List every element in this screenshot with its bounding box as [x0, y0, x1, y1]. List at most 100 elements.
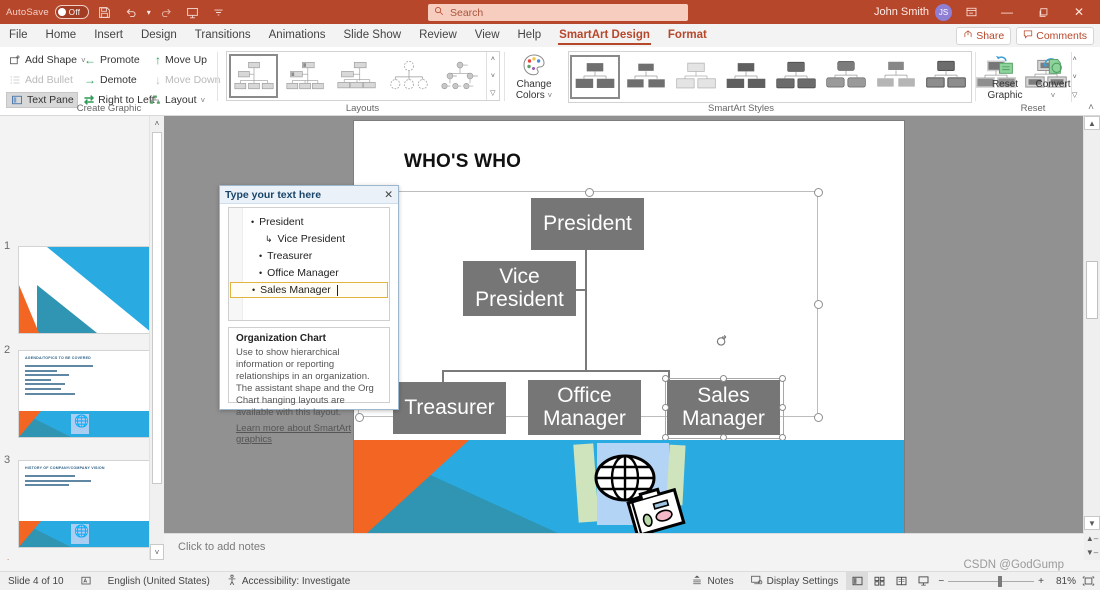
rotate-handle-icon[interactable] [715, 334, 729, 348]
slide-counter[interactable]: Slide 4 of 10 [0, 572, 72, 590]
smartart-text-pane[interactable]: Type your text here ✕ • President ↳ Vice… [219, 185, 399, 445]
smartart-style-cartoon[interactable] [922, 56, 970, 98]
text-pane-close-icon[interactable]: ✕ [384, 189, 393, 201]
tab-file[interactable]: File [0, 24, 37, 47]
text-pane-item-president[interactable]: • President [251, 214, 387, 230]
node-handle-top-right[interactable] [779, 375, 786, 382]
text-pane-item-treasurer[interactable]: • Treasurer [259, 248, 387, 264]
tab-design[interactable]: Design [132, 24, 186, 47]
reset-graphic-button[interactable]: Reset Graphic [982, 53, 1028, 101]
tab-transitions[interactable]: Transitions [186, 24, 260, 47]
slide-thumbnail-2[interactable]: AGENDA/TOPICS TO BE COVERED 🌐 [18, 350, 153, 438]
layouts-more-button[interactable]: ▽ [487, 86, 499, 100]
ribbon-display-options-icon[interactable] [954, 0, 988, 24]
text-pane-item-office-manager[interactable]: • Office Manager [259, 265, 387, 281]
save-icon[interactable] [95, 2, 115, 22]
smartart-style-polished[interactable] [822, 56, 870, 98]
smartart-style-white-outline[interactable] [622, 56, 670, 98]
slide-thumbnail-pane[interactable]: 1 2 AGENDA/TOPICS TO BE COVERED 🌐 3 HIST… [0, 116, 163, 560]
slide-editor-area[interactable]: WHO'S WHO › President [164, 116, 1100, 560]
slide-thumbnail-3[interactable]: HISTORY OF COMPANY/COMPANY VISION 🌐 [18, 460, 153, 548]
node-handle-top-left[interactable] [662, 375, 669, 382]
node-handle-top-center[interactable] [720, 375, 727, 382]
search-input[interactable]: Search [428, 4, 688, 21]
previous-slide-button[interactable]: ▲‒ [1084, 531, 1100, 545]
smartart-style-subtle-effect[interactable] [672, 56, 720, 98]
zoom-out-button[interactable]: − [934, 572, 948, 590]
fit-slide-to-window-icon[interactable] [1076, 572, 1100, 590]
customize-quick-access-icon[interactable] [209, 2, 229, 22]
smartart-style-intense-effect[interactable] [772, 56, 820, 98]
notes-button[interactable]: Notes [683, 572, 741, 590]
close-button[interactable]: ✕ [1062, 0, 1096, 24]
slide-sorter-view-button[interactable] [868, 572, 890, 590]
slide-title[interactable]: WHO'S WHO [404, 151, 521, 173]
normal-view-button[interactable] [846, 572, 869, 590]
share-button[interactable]: Share [956, 26, 1012, 45]
node-handle-middle-left[interactable] [662, 404, 669, 411]
avatar[interactable]: JS [935, 3, 952, 21]
start-presentation-icon[interactable] [183, 2, 203, 22]
convert-button[interactable]: Convert ˅ [1030, 53, 1076, 101]
zoom-slider[interactable] [948, 572, 1035, 590]
frame-handle-middle-right[interactable] [814, 300, 823, 309]
move-up-button[interactable]: ↑ Move Up [155, 52, 207, 68]
notes-pane[interactable]: Click to add notes [164, 533, 1084, 560]
editor-scroll-down-button[interactable]: ▼ [1084, 516, 1100, 530]
next-slide-button[interactable]: ▼‒ [1084, 545, 1100, 559]
layouts-scroll-down-button[interactable]: ˅ [487, 69, 499, 83]
editor-scrollbar-thumb[interactable] [1086, 261, 1098, 319]
tab-view[interactable]: View [466, 24, 509, 47]
zoom-in-button[interactable]: + [1034, 572, 1048, 590]
accessibility-status[interactable]: Accessibility: Investigate [218, 572, 358, 590]
tab-slide-show[interactable]: Slide Show [335, 24, 411, 47]
layouts-gallery[interactable]: ˄ ˅ ▽ [226, 51, 500, 101]
tab-animations[interactable]: Animations [260, 24, 335, 47]
frame-handle-top-right[interactable] [814, 188, 823, 197]
layout-thumb-name-and-title-organization-chart[interactable] [282, 55, 330, 97]
editor-scroll-up-button[interactable]: ▲ [1084, 116, 1100, 130]
layout-thumb-organization-chart[interactable] [229, 54, 279, 98]
slide-show-view-button[interactable] [912, 572, 934, 590]
spellcheck-icon[interactable] [72, 572, 100, 590]
layouts-scroll-up-button[interactable]: ˄ [487, 52, 499, 66]
layouts-gallery-scroller[interactable]: ˄ ˅ ▽ [485, 52, 499, 100]
thumbnail-scrollbar-thumb[interactable] [152, 132, 162, 484]
convert-caret[interactable]: ˅ [1051, 91, 1056, 100]
text-pane-item-sales-manager[interactable]: • Sales Manager [230, 282, 388, 298]
autosave-toggle[interactable]: Off [54, 5, 89, 19]
smartart-style-moderate-effect[interactable] [722, 56, 770, 98]
smartart-style-inset[interactable] [872, 56, 920, 98]
change-colors-caret[interactable]: ˅ [548, 91, 553, 100]
frame-handle-bottom-right[interactable] [814, 413, 823, 422]
smartart-node-vice-president[interactable]: Vice President [463, 261, 576, 316]
maximize-restore-button[interactable] [1026, 0, 1060, 24]
smartart-styles-gallery[interactable]: ˄ ˅ ▽ [568, 51, 1078, 103]
undo-icon[interactable] [121, 2, 141, 22]
thumbnail-scroll-up-button[interactable]: ˄ [150, 116, 164, 130]
collapse-ribbon-button[interactable]: ˄ [1088, 102, 1094, 113]
tab-smartart-design[interactable]: SmartArt Design [550, 24, 659, 47]
slide-canvas[interactable]: WHO'S WHO › President [347, 121, 904, 545]
user-name[interactable]: John Smith [874, 6, 929, 18]
smartart-node-president[interactable]: President [531, 198, 644, 250]
zoom-level[interactable]: 81% [1048, 576, 1076, 587]
tab-review[interactable]: Review [410, 24, 466, 47]
tab-format[interactable]: Format [659, 24, 716, 47]
layout-thumb-hierarchy[interactable] [436, 55, 484, 97]
tab-help[interactable]: Help [509, 24, 551, 47]
text-pane-list[interactable]: • President ↳ Vice President • Treasurer… [228, 207, 390, 321]
smartart-node-office-manager[interactable]: Office Manager [528, 380, 641, 435]
frame-handle-top-center[interactable] [585, 188, 594, 197]
smartart-graphic-frame[interactable]: › President Vice President Tr [347, 188, 823, 441]
change-colors-button[interactable]: Change Colors ˅ [510, 53, 558, 101]
demote-button[interactable]: → Demote [84, 72, 137, 88]
zoom-slider-knob[interactable] [998, 576, 1003, 587]
undo-dropdown-caret[interactable]: ▾ [147, 8, 151, 17]
comments-button[interactable]: Comments [1016, 26, 1094, 45]
tab-insert[interactable]: Insert [85, 24, 132, 47]
reading-view-button[interactable] [890, 572, 912, 590]
promote-button[interactable]: ← Promote [84, 52, 140, 68]
layout-thumb-half-circle-organization-chart[interactable] [333, 55, 382, 97]
node-handle-middle-right[interactable] [779, 404, 786, 411]
